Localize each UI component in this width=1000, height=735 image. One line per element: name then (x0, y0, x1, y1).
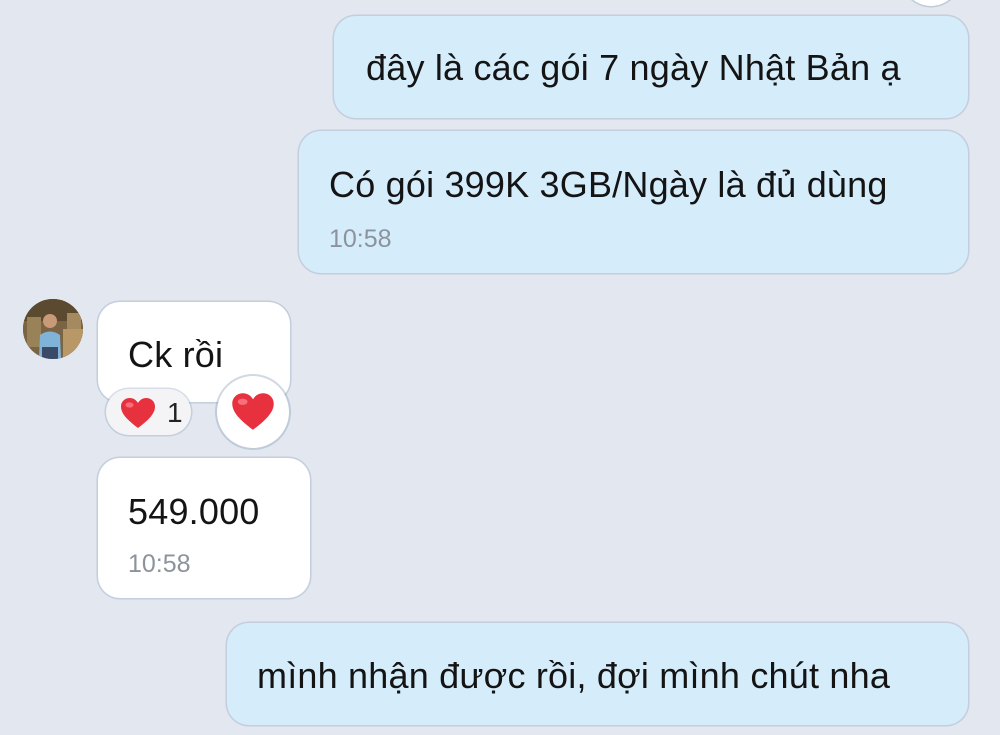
message-outgoing[interactable]: đây là các gói 7 ngày Nhật Bản ạ (334, 16, 968, 118)
chat-thread: đây là các gói 7 ngày Nhật Bản ạ Có gói … (0, 0, 1000, 735)
reaction-summary[interactable]: 1 (106, 389, 191, 435)
message-incoming[interactable]: 549.000 10:58 (98, 458, 310, 598)
message-text: Có gói 399K 3GB/Ngày là đủ dùng (329, 164, 888, 205)
message-text: 549.000 (128, 491, 260, 532)
heart-icon (231, 392, 275, 436)
message-text: đây là các gói 7 ngày Nhật Bản ạ (366, 47, 901, 88)
message-timestamp: 10:58 (128, 550, 191, 578)
avatar-partial (902, 0, 960, 6)
message-timestamp: 10:58 (329, 225, 392, 253)
message-outgoing[interactable]: Có gói 399K 3GB/Ngày là đủ dùng 10:58 (299, 131, 968, 273)
contact-avatar[interactable] (23, 299, 83, 359)
heart-icon (120, 397, 156, 434)
reaction-count: 1 (167, 397, 183, 428)
message-text: Ck rồi (128, 334, 224, 375)
my-reaction-button[interactable] (217, 376, 289, 448)
message-outgoing[interactable]: mình nhận được rồi, đợi mình chút nha (227, 623, 968, 725)
message-text: mình nhận được rồi, đợi mình chút nha (257, 655, 891, 696)
